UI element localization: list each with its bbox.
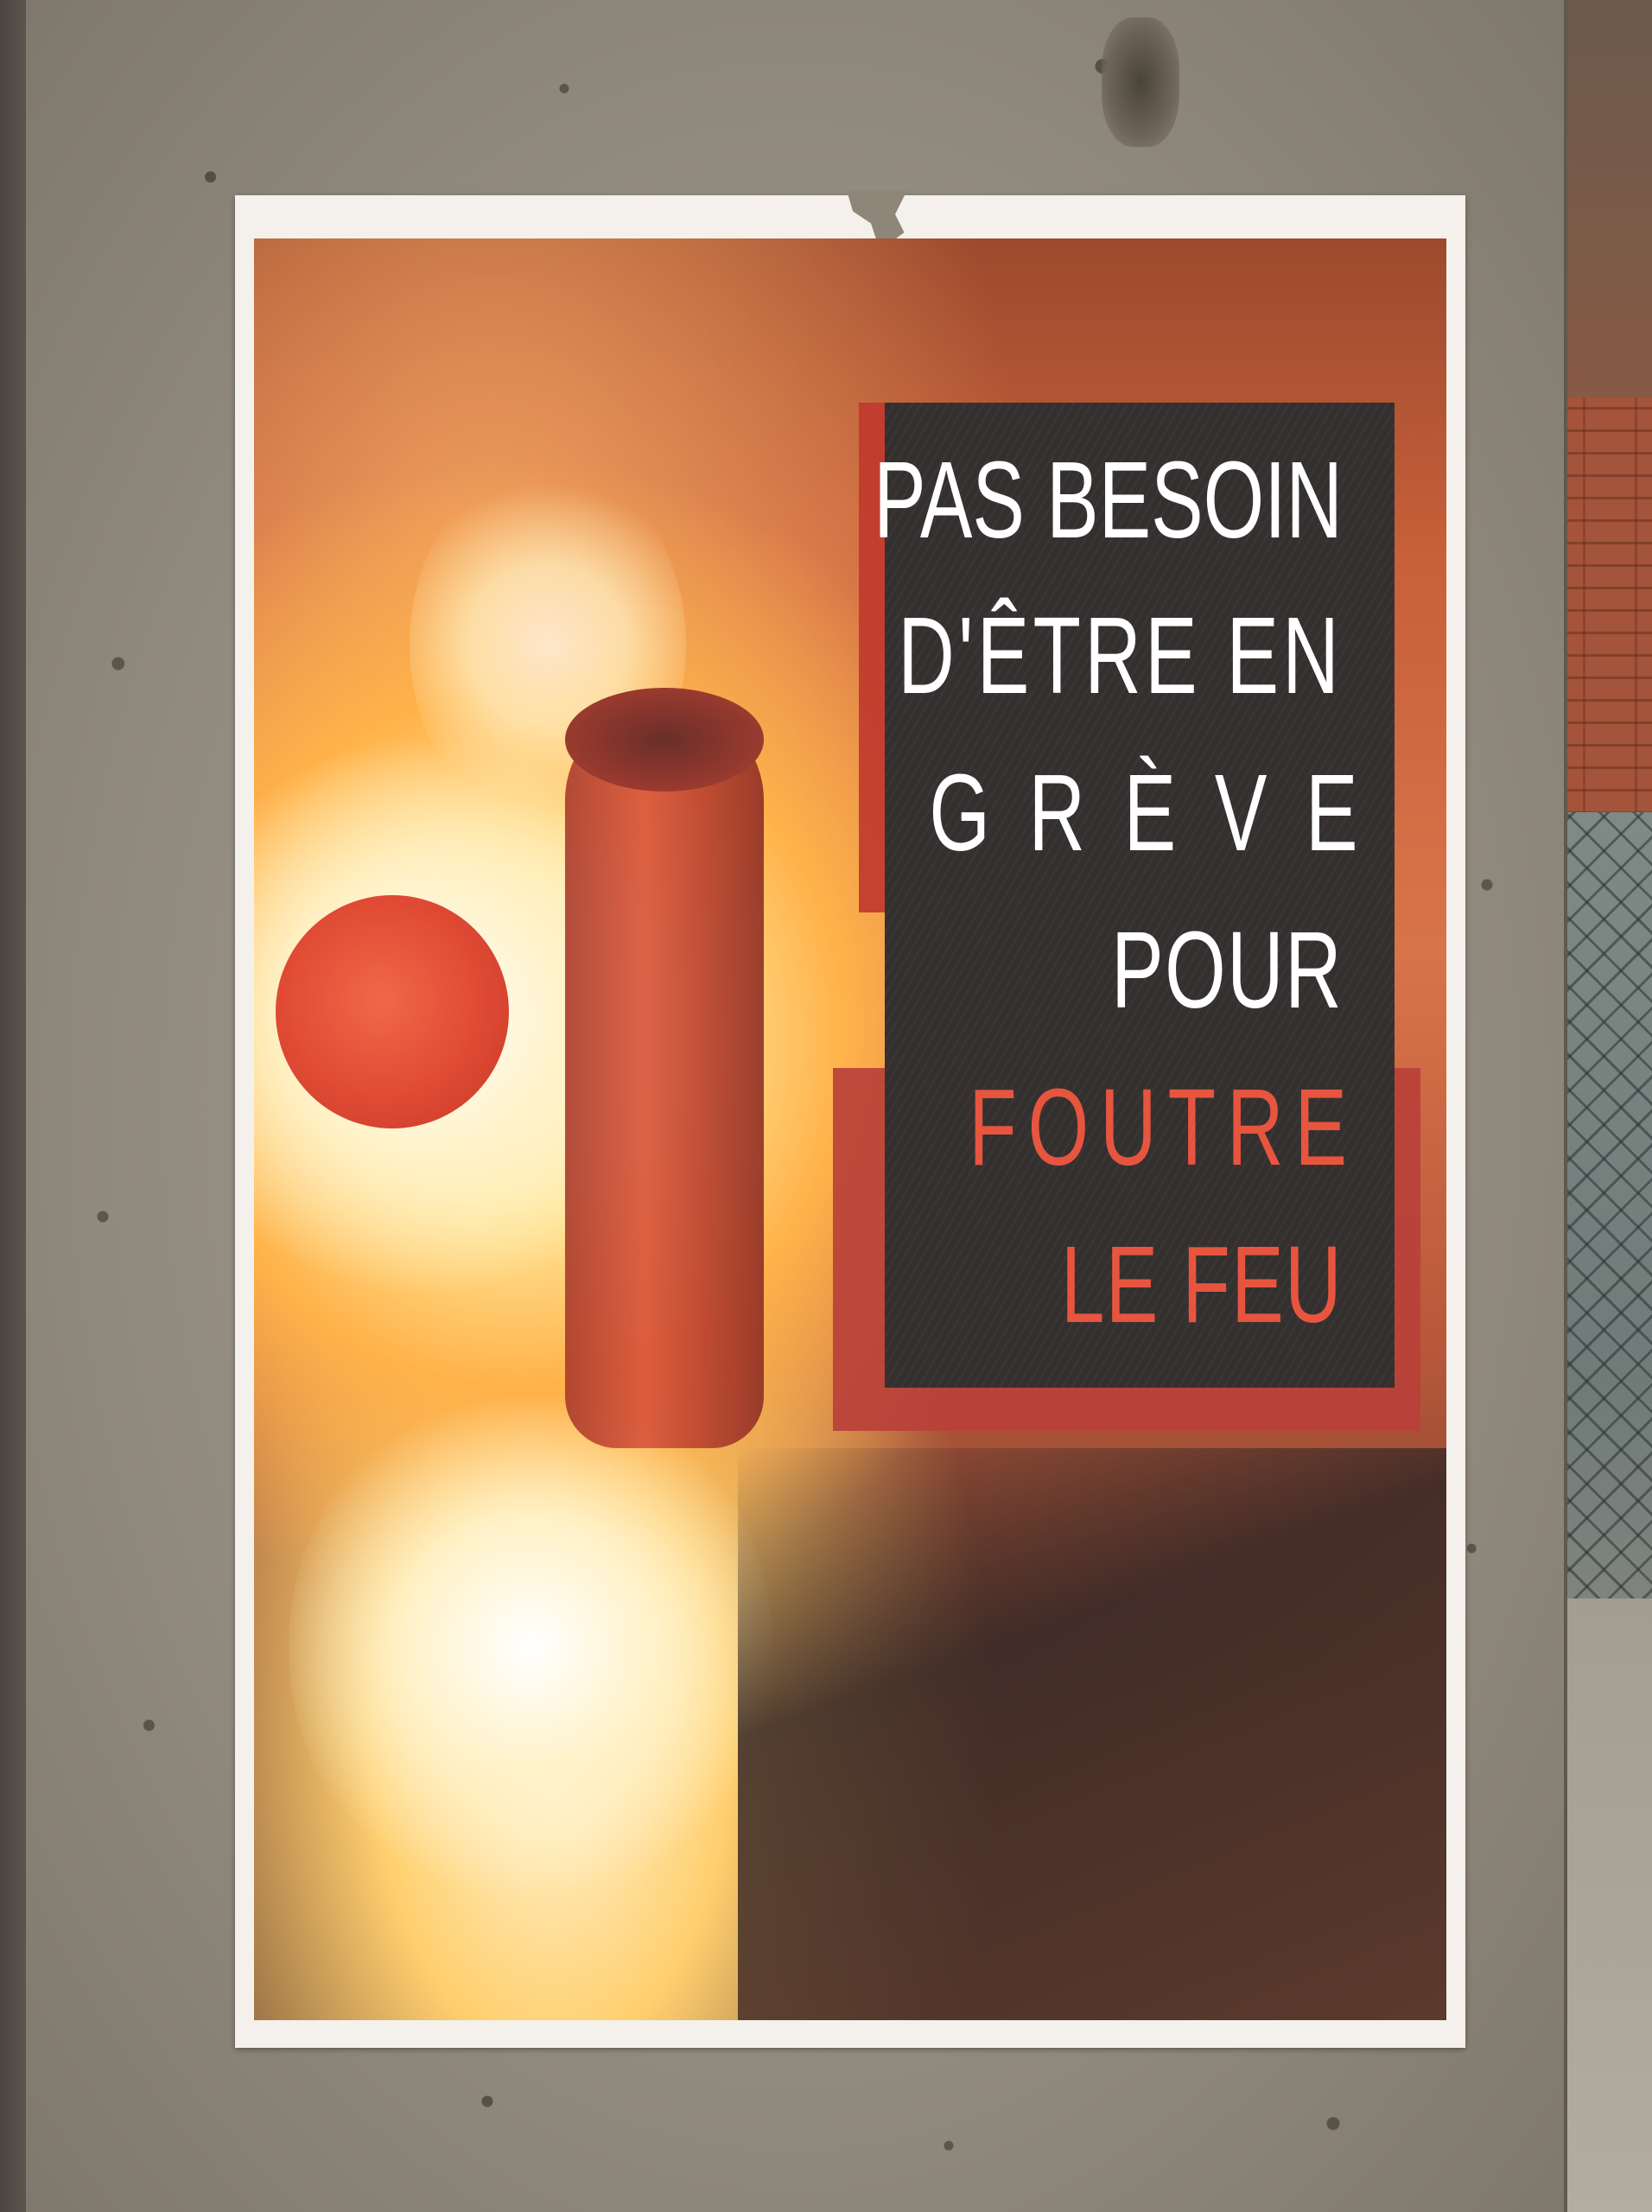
street-scene: PAS BESOIN D'ÊTRE EN GRÈVE POUR FOUTRE L… — [0, 0, 1652, 2212]
slogan-line-1: PAS BESOIN — [874, 439, 1343, 561]
slogan-line-3: GRÈVE — [929, 752, 1396, 874]
slogan-line-6-accent: LE FEU — [1060, 1224, 1343, 1345]
fire-photo: PAS BESOIN D'ÊTRE EN GRÈVE POUR FOUTRE L… — [254, 238, 1446, 2020]
red-disc — [276, 895, 509, 1128]
slogan-line-2: D'ÊTRE EN — [898, 594, 1343, 716]
pillar-hole — [1102, 17, 1179, 147]
slogan-line-4: POUR — [1111, 909, 1343, 1031]
flame-glow — [289, 1379, 772, 1915]
burning-barrel-top — [565, 688, 764, 791]
burning-barrel — [565, 705, 764, 1448]
poster: PAS BESOIN D'ÊTRE EN GRÈVE POUR FOUTRE L… — [235, 190, 1465, 2048]
photo-shadow — [738, 1448, 1446, 2020]
slogan-line-5-accent: FOUTRE — [969, 1066, 1358, 1188]
slogan: PAS BESOIN D'ÊTRE EN GRÈVE POUR FOUTRE L… — [874, 403, 1396, 1388]
